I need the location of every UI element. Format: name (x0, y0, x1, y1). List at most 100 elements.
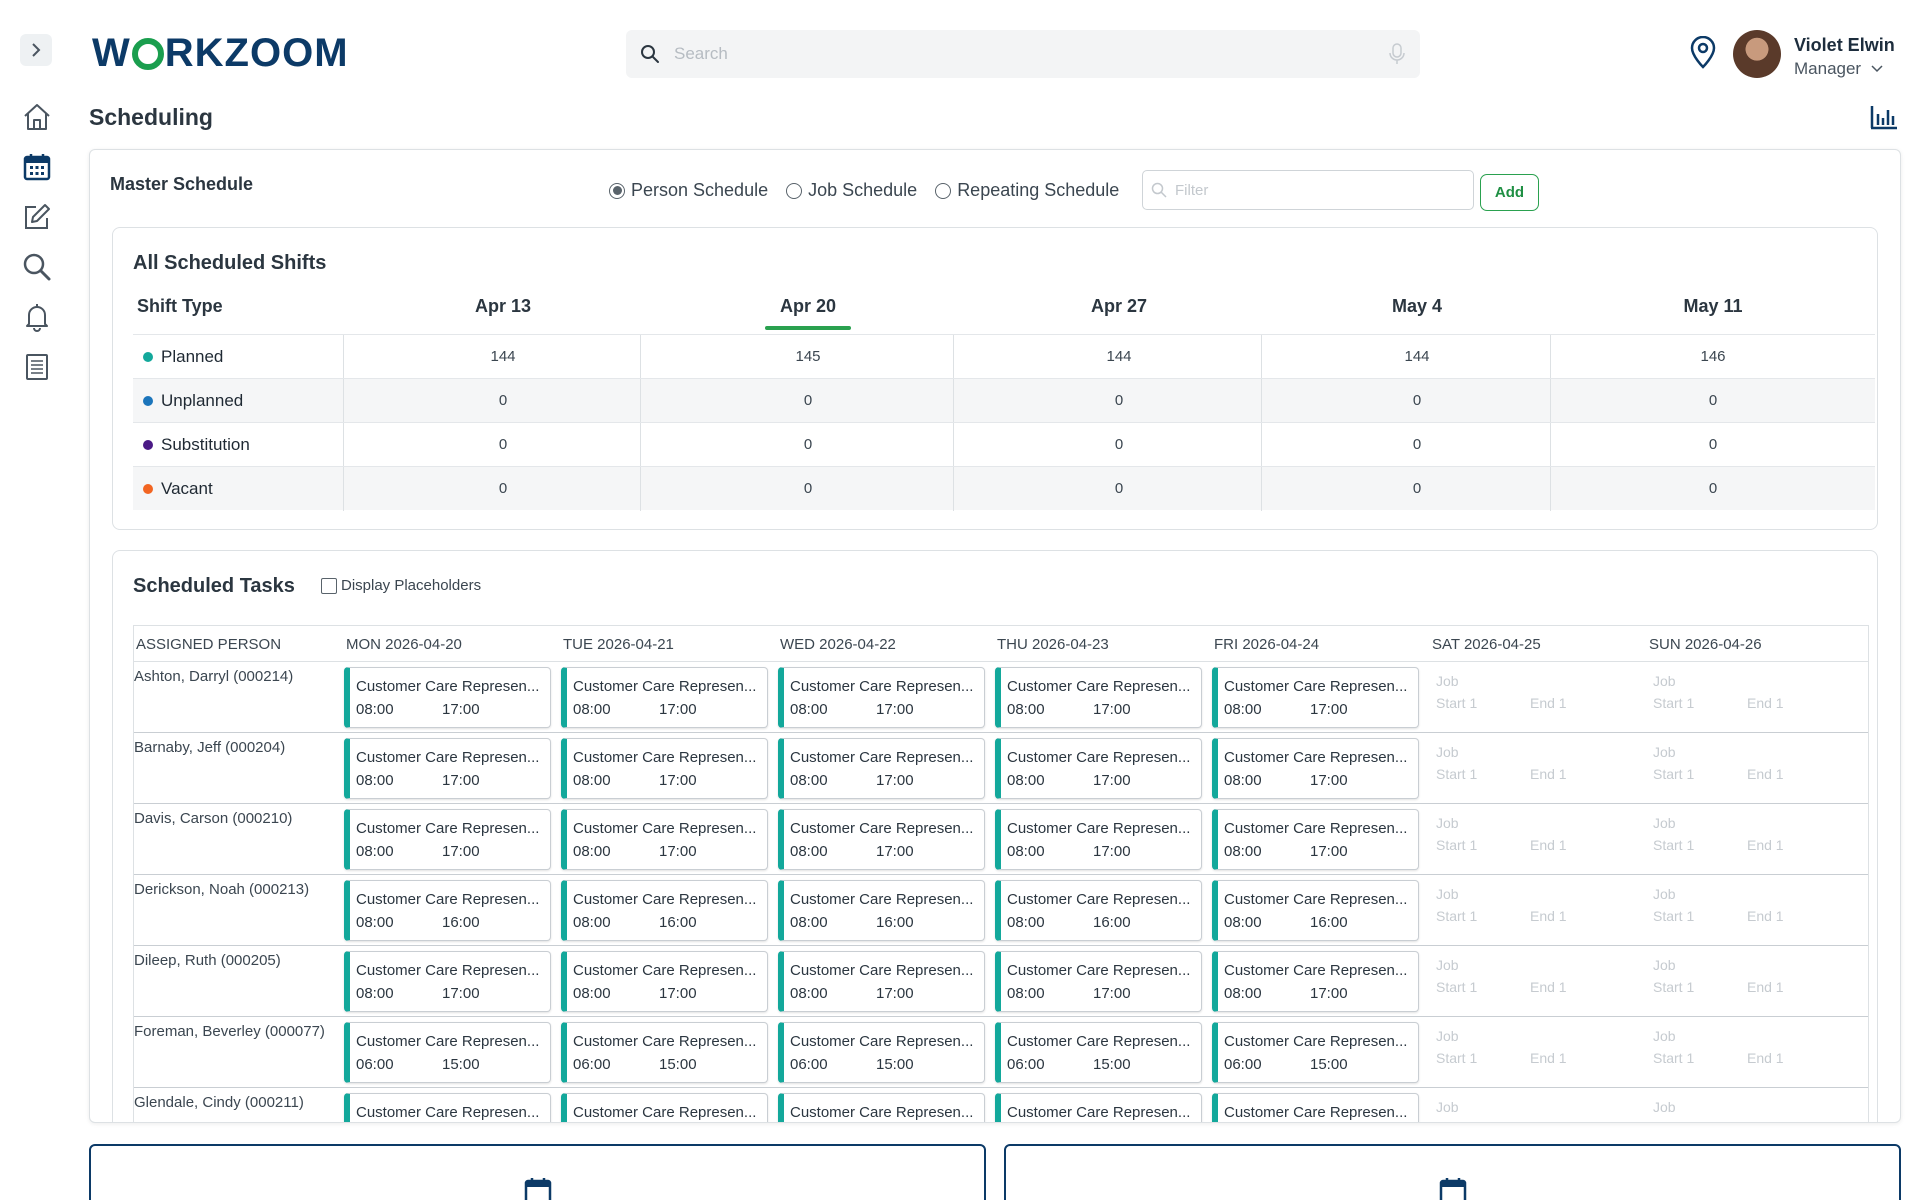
shift-card[interactable]: Customer Care Represen... 08:00 16:00 (778, 880, 985, 941)
empty-shift-slot[interactable]: Job Start 1 End 1 (1647, 1093, 1854, 1122)
home-icon[interactable] (20, 100, 54, 134)
shift-card[interactable]: Customer Care Represen... 08:00 17:00 (778, 738, 985, 799)
shift-card[interactable]: Customer Care Represen... 08:00 17:00 (778, 951, 985, 1012)
search-bar[interactable]: Search (626, 30, 1420, 78)
shift-count-cell[interactable]: 0 (1115, 480, 1123, 497)
empty-shift-slot[interactable]: Job Start 1 End 1 (1430, 809, 1637, 870)
shift-card[interactable]: Customer Care Represen... 08:00 17:00 (778, 667, 985, 728)
shift-card[interactable]: Customer Care Represen... 08:00 17:00 (995, 951, 1202, 1012)
shift-card[interactable]: Customer Care Represen... 08:00 17:00 (344, 738, 551, 799)
shift-count-cell[interactable]: 0 (804, 392, 812, 409)
shift-card[interactable]: Customer Care Represen... (561, 1093, 768, 1122)
display-placeholders-checkbox[interactable]: Display Placeholders (321, 577, 481, 594)
week-column-header[interactable]: Apr 13 (475, 296, 531, 317)
empty-shift-slot[interactable]: Job Start 1 End 1 (1430, 667, 1637, 728)
empty-shift-slot[interactable]: Job Start 1 End 1 (1430, 1022, 1637, 1083)
microphone-icon[interactable] (1388, 42, 1406, 66)
bell-icon[interactable] (20, 300, 54, 334)
shift-card[interactable]: Customer Care Represen... 06:00 15:00 (995, 1022, 1202, 1083)
shift-count-cell[interactable]: 0 (1413, 436, 1421, 453)
shift-card[interactable]: Customer Care Represen... 08:00 17:00 (561, 951, 768, 1012)
shift-card[interactable]: Customer Care Represen... 08:00 16:00 (561, 880, 768, 941)
calendar-icon[interactable] (20, 150, 54, 184)
bottom-card-left[interactable] (89, 1144, 986, 1200)
shift-card[interactable]: Customer Care Represen... 08:00 17:00 (344, 951, 551, 1012)
shift-count-cell[interactable]: 0 (1115, 392, 1123, 409)
shift-card[interactable]: Customer Care Represen... 08:00 17:00 (561, 809, 768, 870)
assigned-person[interactable]: Derickson, Noah (000213) (134, 881, 309, 898)
assigned-person[interactable]: Foreman, Beverley (000077) (134, 1023, 325, 1040)
shift-card[interactable]: Customer Care Represen... 08:00 17:00 (344, 667, 551, 728)
shift-card[interactable]: Customer Care Represen... 08:00 17:00 (1212, 951, 1419, 1012)
week-column-header[interactable]: May 11 (1683, 296, 1742, 317)
assigned-person[interactable]: Ashton, Darryl (000214) (134, 668, 293, 685)
radio-person-schedule[interactable]: Person Schedule (609, 180, 768, 201)
empty-shift-slot[interactable]: Job Start 1 End 1 (1647, 667, 1854, 728)
shift-card[interactable]: Customer Care Represen... 08:00 16:00 (995, 880, 1202, 941)
empty-shift-slot[interactable]: Job Start 1 End 1 (1647, 809, 1854, 870)
shift-card[interactable]: Customer Care Represen... (1212, 1093, 1419, 1122)
edit-icon[interactable] (20, 200, 54, 234)
empty-shift-slot[interactable]: Job Start 1 End 1 (1430, 880, 1637, 941)
shift-count-cell[interactable]: 0 (1413, 392, 1421, 409)
shift-count-cell[interactable]: 146 (1700, 348, 1725, 365)
shift-count-cell[interactable]: 0 (1709, 392, 1717, 409)
shift-count-cell[interactable]: 145 (795, 348, 820, 365)
shift-card[interactable]: Customer Care Represen... 08:00 17:00 (995, 738, 1202, 799)
shift-card[interactable]: Customer Care Represen... 08:00 16:00 (1212, 880, 1419, 941)
shift-count-cell[interactable]: 0 (1413, 480, 1421, 497)
shift-card[interactable]: Customer Care Represen... 08:00 17:00 (344, 809, 551, 870)
shift-card[interactable]: Customer Care Represen... 08:00 17:00 (995, 667, 1202, 728)
shift-count-cell[interactable]: 0 (499, 480, 507, 497)
expand-sidebar-button[interactable] (20, 34, 52, 66)
shift-card[interactable]: Customer Care Represen... 08:00 16:00 (344, 880, 551, 941)
shift-count-cell[interactable]: 0 (499, 436, 507, 453)
add-button[interactable]: Add (1480, 174, 1539, 211)
shift-card[interactable]: Customer Care Represen... 06:00 15:00 (561, 1022, 768, 1083)
shift-card[interactable]: Customer Care Represen... 08:00 17:00 (1212, 809, 1419, 870)
location-pin-icon[interactable] (1688, 36, 1718, 70)
radio-repeating-schedule[interactable]: Repeating Schedule (935, 180, 1119, 201)
shift-card[interactable]: Customer Care Represen... 08:00 17:00 (1212, 667, 1419, 728)
empty-shift-slot[interactable]: Job Start 1 End 1 (1647, 738, 1854, 799)
workzoom-logo[interactable]: W RKZOOM (92, 30, 349, 76)
shift-count-cell[interactable]: 0 (1709, 480, 1717, 497)
shift-count-cell[interactable]: 0 (804, 436, 812, 453)
bar-chart-icon[interactable] (1870, 104, 1898, 130)
shift-count-cell[interactable]: 144 (1106, 348, 1131, 365)
shift-count-cell[interactable]: 0 (1115, 436, 1123, 453)
search-icon[interactable] (20, 250, 54, 284)
empty-shift-slot[interactable]: Job Start 1 End 1 (1430, 738, 1637, 799)
shift-card[interactable]: Customer Care Represen... (344, 1093, 551, 1122)
shift-count-cell[interactable]: 0 (499, 392, 507, 409)
shift-card[interactable]: Customer Care Represen... 08:00 17:00 (561, 667, 768, 728)
shift-card[interactable]: Customer Care Represen... (995, 1093, 1202, 1122)
assigned-person[interactable]: Barnaby, Jeff (000204) (134, 739, 285, 756)
shift-card[interactable]: Customer Care Represen... (778, 1093, 985, 1122)
avatar[interactable] (1733, 30, 1781, 78)
document-icon[interactable] (20, 350, 54, 384)
user-name[interactable]: Violet Elwin (1794, 35, 1895, 56)
week-column-header[interactable]: Apr 27 (1091, 296, 1147, 317)
shift-count-cell[interactable]: 144 (1404, 348, 1429, 365)
week-column-header[interactable]: May 4 (1392, 296, 1442, 317)
shift-card[interactable]: Customer Care Represen... 06:00 15:00 (344, 1022, 551, 1083)
shift-card[interactable]: Customer Care Represen... 08:00 17:00 (778, 809, 985, 870)
filter-input[interactable]: Filter (1142, 170, 1474, 210)
shift-card[interactable]: Customer Care Represen... 08:00 17:00 (995, 809, 1202, 870)
shift-card[interactable]: Customer Care Represen... 06:00 15:00 (778, 1022, 985, 1083)
empty-shift-slot[interactable]: Job Start 1 End 1 (1647, 1022, 1854, 1083)
assigned-person[interactable]: Dileep, Ruth (000205) (134, 952, 281, 969)
empty-shift-slot[interactable]: Job Start 1 End 1 (1647, 880, 1854, 941)
assigned-person[interactable]: Davis, Carson (000210) (134, 810, 292, 827)
shift-count-cell[interactable]: 0 (804, 480, 812, 497)
shift-card[interactable]: Customer Care Represen... 08:00 17:00 (561, 738, 768, 799)
empty-shift-slot[interactable]: Job Start 1 End 1 (1430, 951, 1637, 1012)
user-role-dropdown[interactable]: Manager (1794, 59, 1883, 79)
shift-count-cell[interactable]: 144 (490, 348, 515, 365)
week-column-header[interactable]: Apr 20 (780, 296, 836, 317)
shift-count-cell[interactable]: 0 (1709, 436, 1717, 453)
empty-shift-slot[interactable]: Job Start 1 End 1 (1647, 951, 1854, 1012)
shift-card[interactable]: Customer Care Represen... 06:00 15:00 (1212, 1022, 1419, 1083)
shift-card[interactable]: Customer Care Represen... 08:00 17:00 (1212, 738, 1419, 799)
